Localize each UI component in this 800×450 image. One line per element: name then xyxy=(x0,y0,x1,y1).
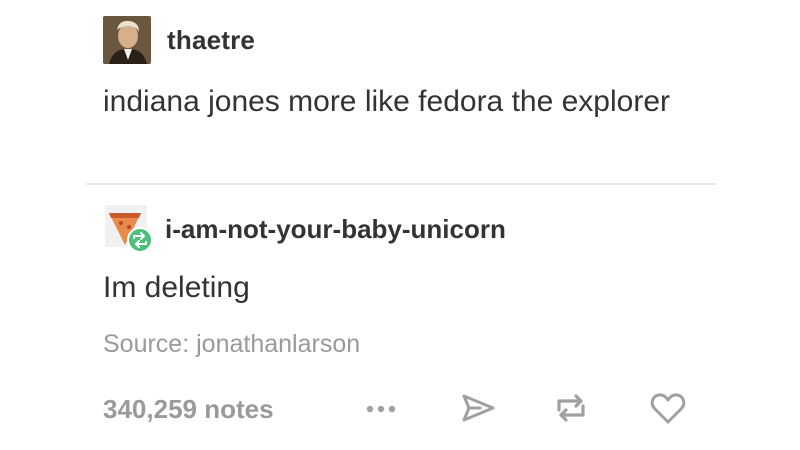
source-label: Source: xyxy=(103,330,190,358)
reblog-body-text: Im deleting xyxy=(103,271,250,304)
share-paper-plane-icon[interactable] xyxy=(458,388,498,428)
source-link[interactable]: jonathanlarson xyxy=(196,330,360,358)
post-body-text: indiana jones more like fedora the explo… xyxy=(103,85,670,118)
reblog-icon[interactable] xyxy=(551,388,591,428)
post-card: thaetre indiana jones more like fedora t… xyxy=(0,0,800,450)
reblog-header: i-am-not-your-baby-unicorn xyxy=(103,203,506,255)
post-header: thaetre xyxy=(103,15,255,65)
source-line: Source: jonathanlarson xyxy=(103,330,360,359)
reblogger-avatar[interactable] xyxy=(103,203,155,255)
post-footer: 340,259 notes xyxy=(103,388,703,430)
heart-icon[interactable] xyxy=(648,388,688,428)
author-username[interactable]: thaetre xyxy=(167,25,255,56)
reblogger-username[interactable]: i-am-not-your-baby-unicorn xyxy=(165,214,506,245)
more-dots-icon[interactable] xyxy=(361,388,401,428)
notes-count[interactable]: 340,259 notes xyxy=(103,394,274,425)
author-avatar[interactable] xyxy=(103,16,151,64)
reblog-divider xyxy=(86,183,716,185)
reblog-badge-icon xyxy=(127,227,153,253)
